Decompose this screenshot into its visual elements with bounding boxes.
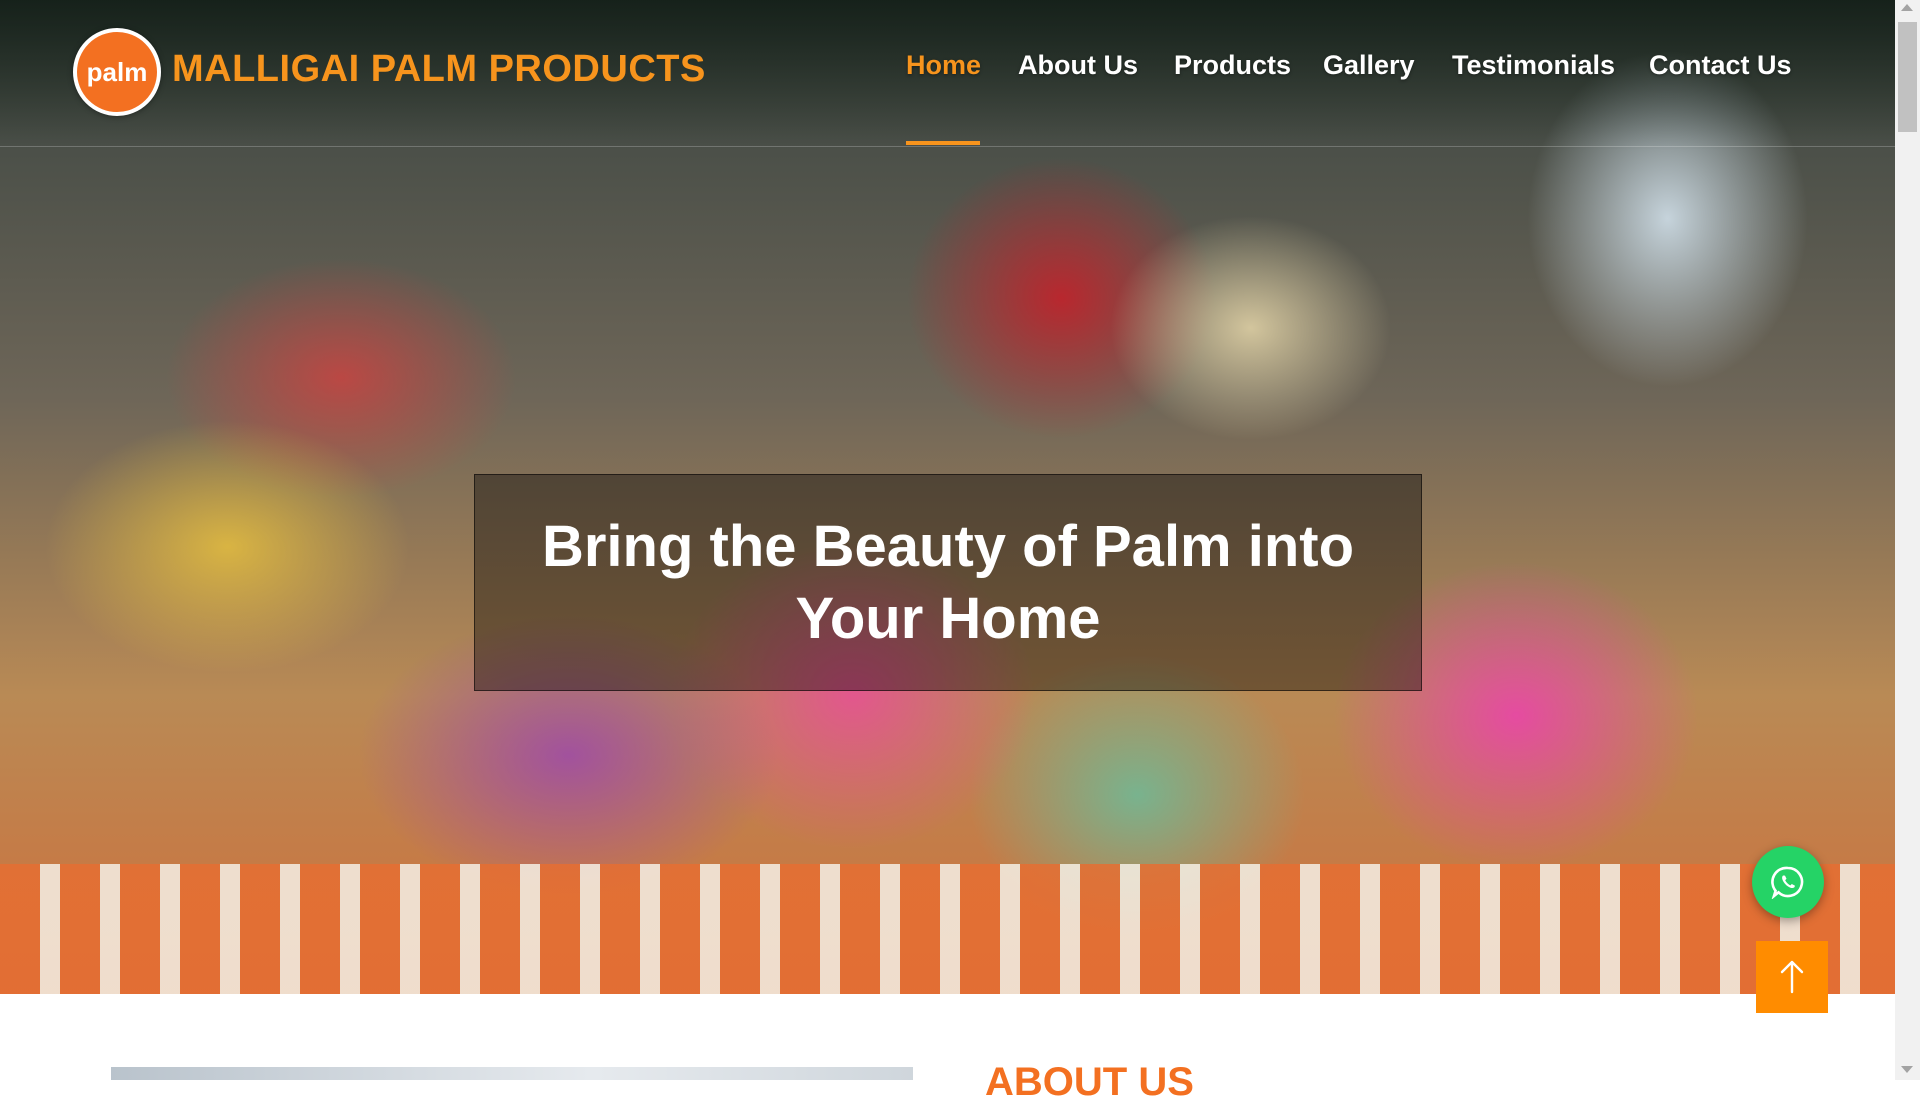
page-scrollbar[interactable]	[1895, 0, 1920, 1080]
nav-testimonials[interactable]: Testimonials	[1452, 50, 1615, 81]
scroll-down-arrow-icon[interactable]	[1901, 1066, 1913, 1073]
main-nav: Home About Us Products Gallery Testimoni…	[0, 50, 1895, 90]
site-header: palm MALLIGAI PALM PRODUCTS Home About U…	[0, 0, 1895, 147]
hero-caption-box: Bring the Beauty of Palm into Your Home	[474, 474, 1422, 691]
nav-gallery[interactable]: Gallery	[1323, 50, 1415, 81]
about-image	[111, 1067, 913, 1080]
arrow-up-icon	[1780, 960, 1804, 994]
back-to-top-button[interactable]	[1756, 941, 1828, 1013]
about-heading: ABOUT US	[985, 1060, 1194, 1104]
hero-headline: Bring the Beauty of Palm into Your Home	[541, 513, 1355, 651]
nav-products[interactable]: Products	[1174, 50, 1291, 81]
whatsapp-icon	[1771, 866, 1804, 899]
whatsapp-button[interactable]	[1752, 846, 1824, 918]
scroll-up-arrow-icon[interactable]	[1901, 4, 1913, 11]
scrollbar-thumb[interactable]	[1898, 22, 1917, 132]
nav-home[interactable]: Home	[906, 50, 981, 81]
nav-active-indicator	[906, 141, 980, 145]
nav-about-us[interactable]: About Us	[1018, 50, 1138, 81]
nav-contact-us[interactable]: Contact Us	[1649, 50, 1792, 81]
hero-table-cloth	[0, 864, 1895, 994]
